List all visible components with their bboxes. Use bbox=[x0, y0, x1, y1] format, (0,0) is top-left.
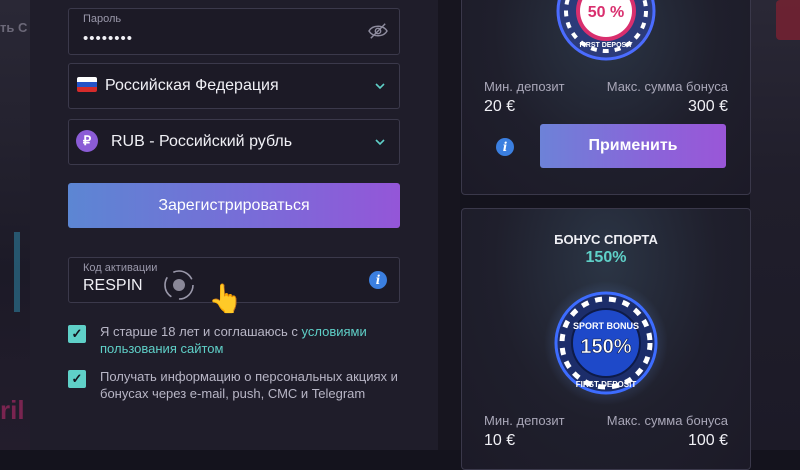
bonus-card-casino: 50 % FIRST DEPOSIT Мин. депозит Макс. су… bbox=[461, 0, 751, 195]
pointing-hand-icon: 👆 bbox=[208, 283, 243, 314]
activation-code-value[interactable]: RESPIN bbox=[83, 277, 143, 295]
chevron-down-icon[interactable] bbox=[373, 135, 387, 149]
info-icon[interactable]: i bbox=[496, 138, 514, 156]
country-value: Российская Федерация bbox=[105, 77, 279, 94]
registration-form: Пароль •••••••• Российская Федерация ₽ R… bbox=[30, 0, 438, 450]
max-bonus-value: 300 € bbox=[687, 98, 728, 115]
chip-caption: FIRST DEPOSIT bbox=[580, 42, 634, 49]
tap-indicator-icon bbox=[164, 270, 194, 300]
password-label: Пароль bbox=[83, 13, 122, 25]
country-select[interactable]: Российская Федерация bbox=[68, 63, 400, 109]
chip-percent: 50 % bbox=[588, 4, 624, 21]
min-deposit-label: Мин. депозит bbox=[484, 413, 565, 428]
min-deposit-label: Мин. депозит bbox=[484, 79, 565, 94]
ruble-icon: ₽ bbox=[76, 130, 98, 152]
apply-button[interactable]: Применить bbox=[540, 124, 726, 168]
min-deposit-value: 20 € bbox=[484, 98, 516, 115]
password-value[interactable]: •••••••• bbox=[83, 30, 133, 47]
background-partial-bottom-text: ril bbox=[0, 395, 25, 425]
terms-checkbox[interactable]: ✓ bbox=[68, 325, 86, 343]
max-bonus-label: Макс. сумма бонуса bbox=[606, 413, 728, 428]
eye-slash-icon[interactable] bbox=[367, 22, 389, 40]
terms-label: Я старше 18 лет и соглашаюсь с bbox=[100, 324, 302, 339]
currency-select[interactable]: ₽ RUB - Российский рубль bbox=[68, 119, 400, 165]
terms-text: Я старше 18 лет и соглашаюсь с условиями… bbox=[100, 323, 400, 357]
max-bonus-value: 100 € bbox=[687, 432, 728, 449]
password-field[interactable]: Пароль •••••••• bbox=[68, 8, 400, 55]
currency-value: RUB - Российский рубль bbox=[111, 133, 293, 150]
background-left: ть С ril bbox=[0, 0, 30, 450]
background-button-edge bbox=[776, 0, 800, 40]
sport-bonus-chip-icon: SPORT BONUS 150% FIRST DEPOSIT bbox=[544, 281, 668, 405]
info-icon[interactable]: i bbox=[369, 271, 387, 289]
register-button[interactable]: Зарегистрироваться bbox=[68, 183, 400, 228]
newsletter-text: Получать информацию о персональных акция… bbox=[100, 369, 398, 401]
panel-gap bbox=[438, 0, 460, 450]
bonus-percent: 150% bbox=[585, 249, 627, 266]
background-partial-text: ть С bbox=[0, 20, 28, 35]
russia-flag-icon bbox=[77, 77, 97, 92]
background-right bbox=[750, 0, 800, 450]
chip-caption: FIRST DEPOSIT bbox=[576, 380, 637, 389]
chip-percent: 150% bbox=[580, 336, 631, 358]
chevron-down-icon[interactable] bbox=[373, 79, 387, 93]
newsletter-checkbox[interactable]: ✓ bbox=[68, 370, 86, 388]
max-bonus-label: Макс. сумма бонуса bbox=[606, 79, 728, 94]
min-deposit-value: 10 € bbox=[484, 432, 516, 449]
chip-top-text: SPORT BONUS bbox=[573, 321, 639, 331]
bonus-title: БОНУС СПОРТА bbox=[554, 232, 658, 247]
activation-code-label: Код активации bbox=[83, 262, 158, 274]
background-decoration bbox=[14, 232, 20, 312]
bonus-chip-icon: 50 % FIRST DEPOSIT bbox=[556, 0, 656, 61]
bonus-card-sport[interactable]: БОНУС СПОРТА 150% SPORT BONUS 150% FIRST… bbox=[461, 208, 751, 470]
